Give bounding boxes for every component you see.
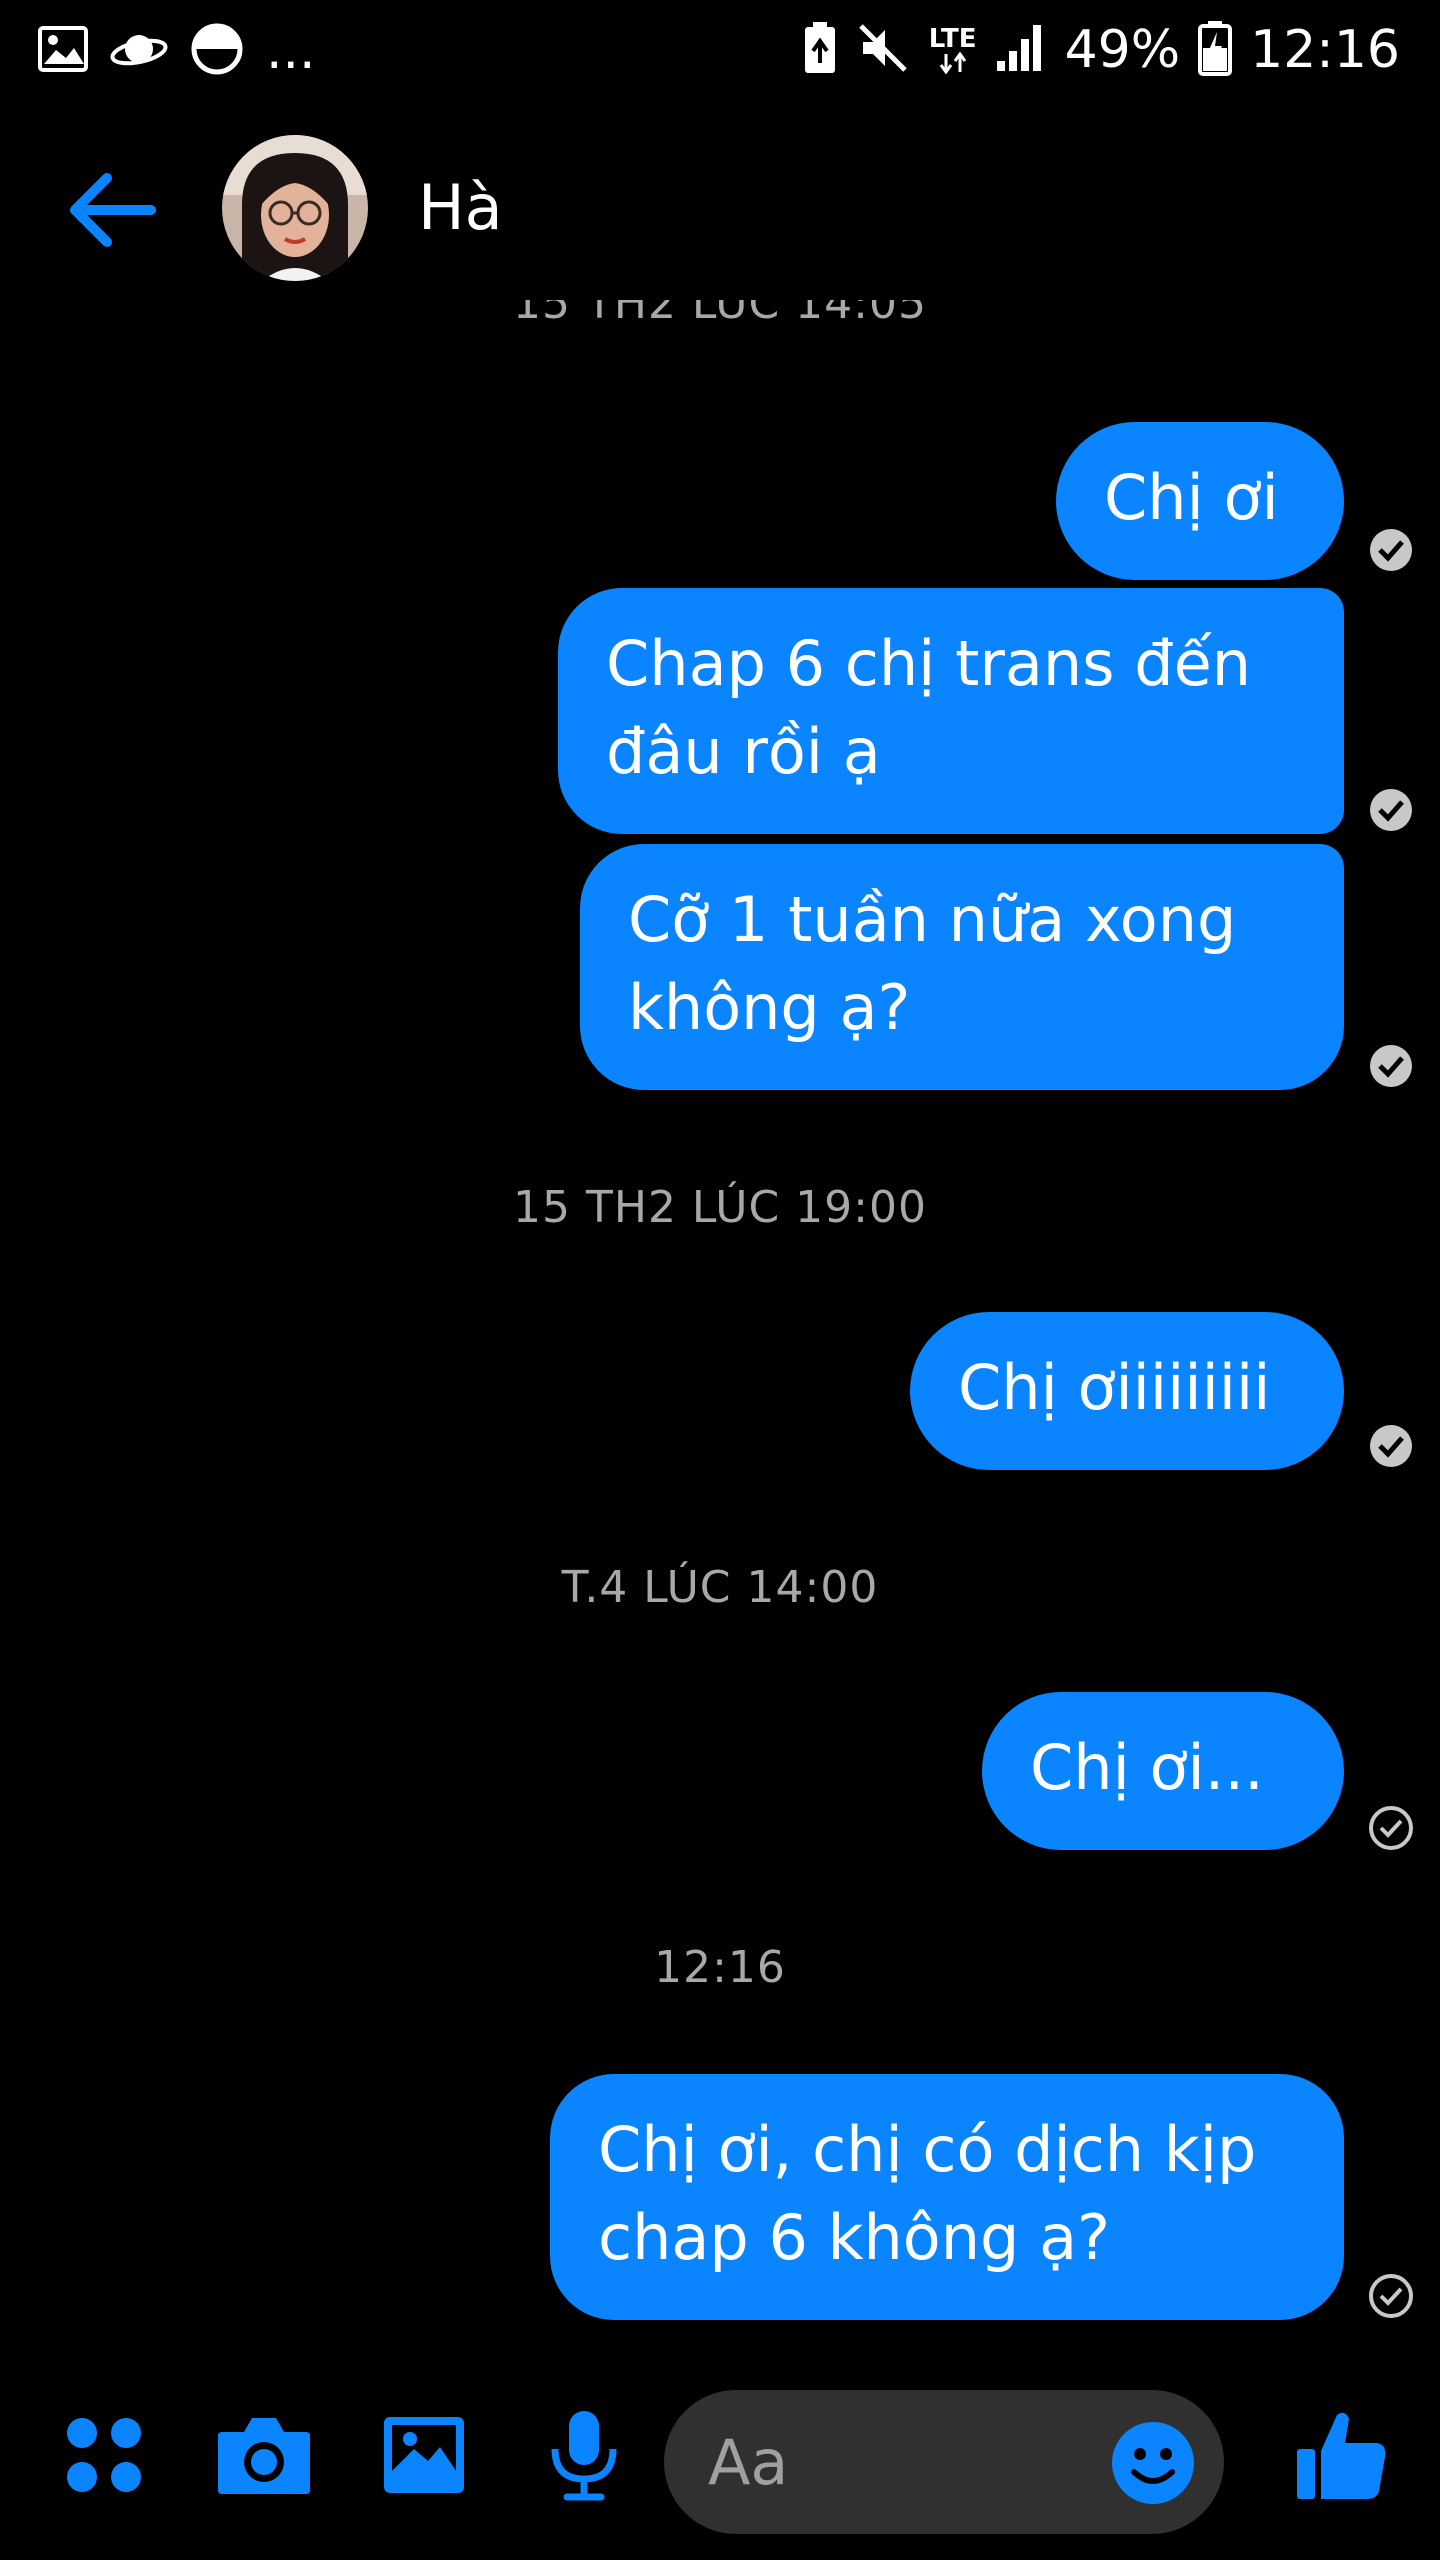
circle-half-icon xyxy=(190,22,244,80)
battery-saver-icon xyxy=(803,21,837,79)
message-text-line: chap 6 không ạ? xyxy=(598,2201,1110,2274)
message-text-line: Chap 6 chị trans đến xyxy=(606,627,1252,700)
arrow-left-icon xyxy=(70,173,156,247)
clock: 12:16 xyxy=(1250,20,1400,80)
voice-button[interactable] xyxy=(534,2405,634,2505)
status-bar-left: ... xyxy=(38,22,316,80)
apps-button[interactable] xyxy=(54,2405,154,2505)
camera-button[interactable] xyxy=(214,2405,314,2505)
avatar[interactable] xyxy=(222,135,368,281)
saturn-icon xyxy=(110,26,168,76)
image-icon xyxy=(38,26,88,76)
timestamp-divider: 15 TH2 LÚC 14:05 xyxy=(513,300,927,329)
signal-icon xyxy=(995,23,1047,77)
composer-bar xyxy=(0,2360,1440,2560)
gallery-icon xyxy=(384,2417,464,2493)
microphone-icon xyxy=(551,2411,617,2501)
battery-icon xyxy=(1198,20,1233,80)
timestamp-divider: 12:16 xyxy=(654,1942,786,1993)
sent-check-icon xyxy=(1370,1045,1412,1087)
timestamp-divider: T.4 LÚC 14:00 xyxy=(561,1562,879,1613)
lte-icon: LTE xyxy=(929,26,977,74)
message-text-line: Chị ơi, chị có dịch kịp xyxy=(598,2113,1257,2186)
gallery-button[interactable] xyxy=(374,2405,474,2505)
timestamp-divider: 15 TH2 LÚC 19:00 xyxy=(513,1182,927,1233)
message-bubble[interactable]: Chị ơiiiiiiiii xyxy=(910,1312,1344,1470)
camera-icon xyxy=(218,2418,310,2494)
thumbs-up-icon xyxy=(1297,2412,1386,2499)
message-bubble[interactable]: Chị ơi... xyxy=(982,1692,1344,1850)
sent-check-icon xyxy=(1370,1425,1412,1467)
sent-check-icon xyxy=(1370,529,1412,571)
message-bubble[interactable]: Chị ơi, chị có dịch kịp chap 6 không ạ? xyxy=(550,2074,1344,2320)
message-text: Chị ơi xyxy=(1104,461,1279,534)
seen-check-outline-icon xyxy=(1369,1806,1413,1850)
more-notifications-ellipsis: ... xyxy=(266,21,316,81)
message-input-container[interactable] xyxy=(664,2390,1224,2534)
lte-label: LTE xyxy=(928,24,977,54)
like-button[interactable] xyxy=(1286,2400,1396,2510)
message-bubble[interactable]: Cỡ 1 tuần nữa xong không ạ? xyxy=(580,844,1344,1090)
message-input[interactable] xyxy=(708,2420,1088,2504)
message-text: Chị ơiiiiiiiii xyxy=(958,1351,1271,1424)
message-text-line: Cỡ 1 tuần nữa xong xyxy=(628,883,1237,956)
status-bar: ... LTE 49% 12:16 xyxy=(0,0,1440,100)
message-bubble[interactable]: Chap 6 chị trans đến đâu rồi ạ xyxy=(558,588,1344,834)
battery-percent: 49% xyxy=(1064,20,1181,80)
message-list[interactable]: 15 TH2 LÚC 14:05 Chị ơi Chap 6 chị trans… xyxy=(0,300,1440,2360)
emoji-icon[interactable] xyxy=(1110,2420,1196,2506)
message-bubble[interactable]: Chị ơi xyxy=(1056,422,1344,580)
seen-check-outline-icon xyxy=(1369,2274,1413,2318)
message-text-line: đâu rồi ạ xyxy=(606,715,881,788)
message-text: Chị ơi... xyxy=(1030,1731,1264,1804)
sent-check-icon xyxy=(1370,789,1412,831)
back-button[interactable] xyxy=(56,160,166,260)
mute-icon xyxy=(855,20,911,80)
message-text-line: không ạ? xyxy=(628,971,911,1044)
status-bar-right: LTE 49% 12:16 xyxy=(803,18,1400,82)
apps-grid-icon xyxy=(67,2418,141,2492)
conversation-header: Hà xyxy=(0,110,1440,310)
contact-name[interactable]: Hà xyxy=(418,168,503,248)
